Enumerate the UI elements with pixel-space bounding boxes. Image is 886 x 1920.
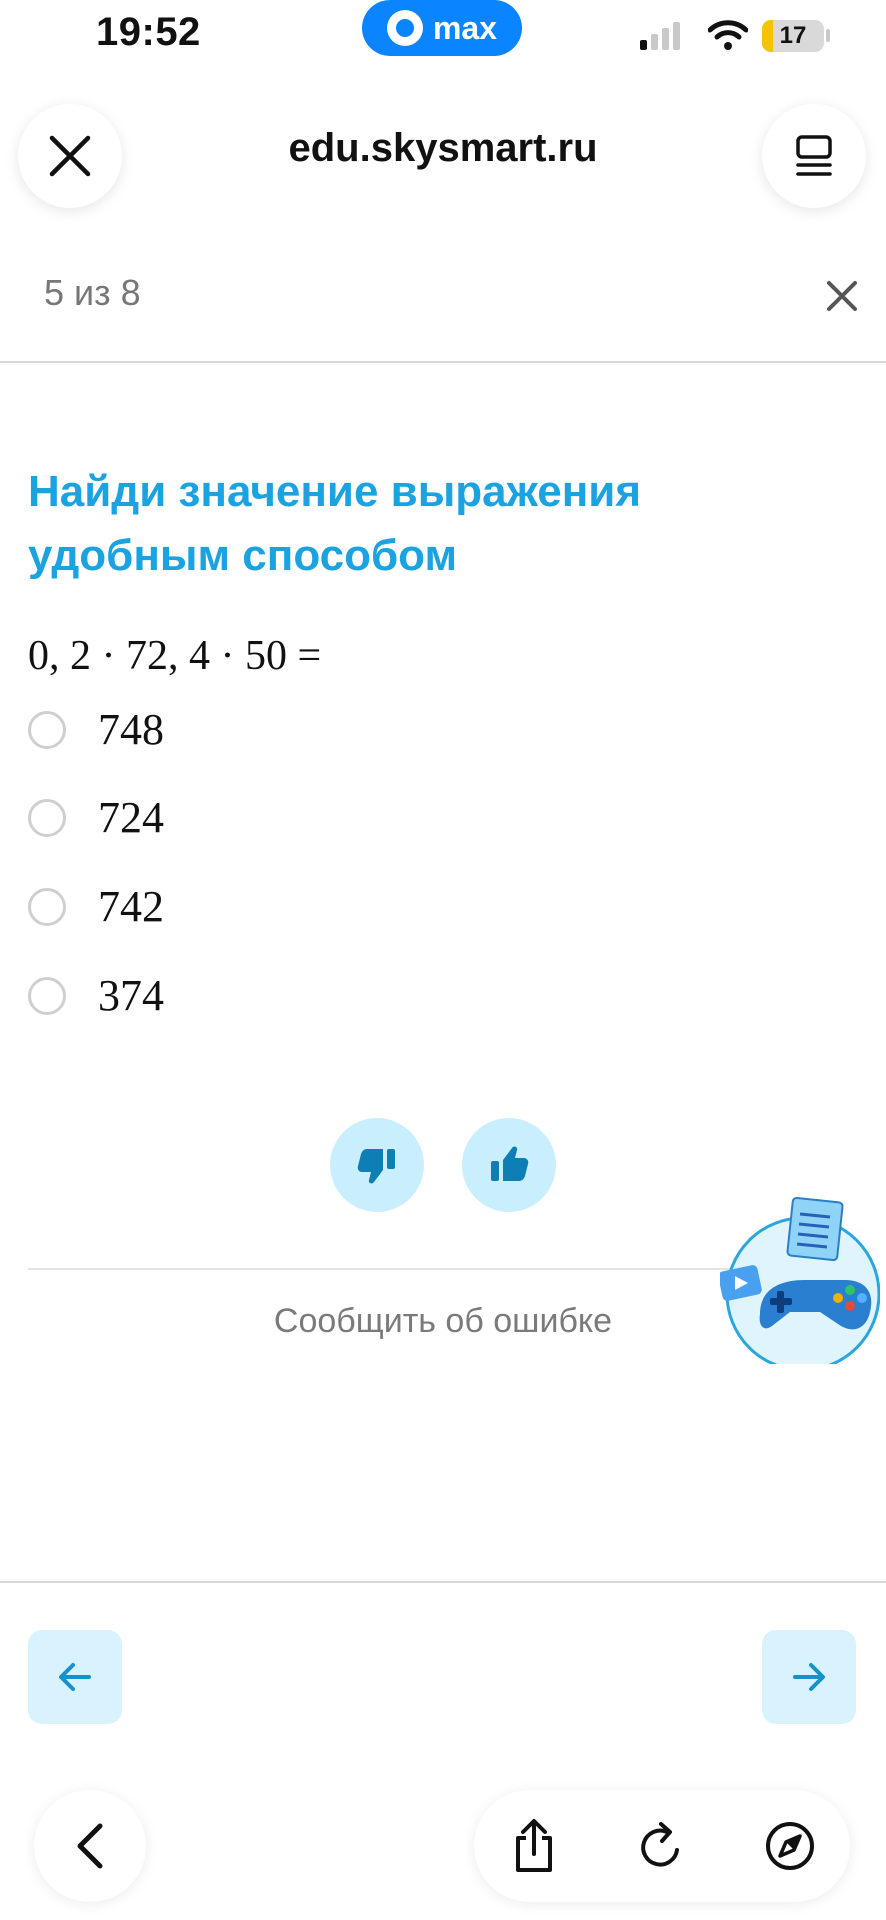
option-label: 374 (98, 971, 164, 1020)
chevron-left-icon (77, 1823, 103, 1869)
browser-back-button[interactable] (34, 1790, 146, 1902)
battery-icon: 17 (762, 20, 824, 52)
compass-icon (766, 1822, 814, 1870)
app-pill[interactable]: max (362, 0, 522, 56)
next-task-button[interactable] (762, 1630, 856, 1724)
max-logo-icon (386, 10, 423, 46)
radio-button[interactable] (28, 710, 66, 749)
arrow-right-icon (793, 1663, 825, 1691)
footer-divider (0, 1581, 886, 1583)
reload-icon (641, 1822, 679, 1867)
wifi-icon (708, 20, 748, 50)
answer-option[interactable]: 374 (28, 970, 164, 1021)
task-title: Найди значение выражения удобным способо… (28, 467, 642, 580)
battery-cap (826, 29, 830, 42)
task-progress: 5 из 8 (44, 272, 141, 313)
compass-button[interactable] (760, 1816, 820, 1876)
game-badge-icon[interactable] (720, 1194, 880, 1364)
like-button[interactable] (462, 1118, 556, 1212)
radio-button[interactable] (28, 798, 66, 837)
option-label: 742 (98, 882, 164, 931)
arrow-left-icon (59, 1663, 91, 1691)
signal-icon (640, 22, 680, 50)
thumbs-up-icon (491, 1146, 529, 1181)
menu-icon (796, 135, 832, 176)
app-pill-label: max (432, 9, 498, 46)
answer-option[interactable]: 724 (28, 792, 164, 843)
radio-button[interactable] (28, 887, 66, 926)
math-expression: 0, 2 · 72, 4 · 50 = (28, 633, 322, 679)
reload-button[interactable] (632, 1816, 692, 1876)
menu-button[interactable] (762, 104, 866, 208)
thumbs-down-icon (357, 1149, 395, 1184)
share-button[interactable] (504, 1816, 564, 1876)
dislike-button[interactable] (330, 1118, 424, 1212)
radio-button[interactable] (28, 976, 66, 1015)
prev-task-button[interactable] (28, 1630, 122, 1724)
share-icon (516, 1819, 552, 1872)
option-label: 724 (98, 793, 164, 842)
status-time: 19:52 (96, 10, 201, 54)
page-url[interactable]: edu.skysmart.ru (0, 126, 886, 171)
header-divider (0, 361, 886, 363)
close-task-icon[interactable] (826, 280, 858, 312)
battery-level: 17 (779, 22, 807, 49)
answer-option[interactable]: 748 (28, 704, 164, 755)
option-label: 748 (98, 705, 164, 754)
browser-toolbar (474, 1790, 850, 1902)
answer-option[interactable]: 742 (28, 881, 164, 932)
report-divider (28, 1268, 738, 1270)
